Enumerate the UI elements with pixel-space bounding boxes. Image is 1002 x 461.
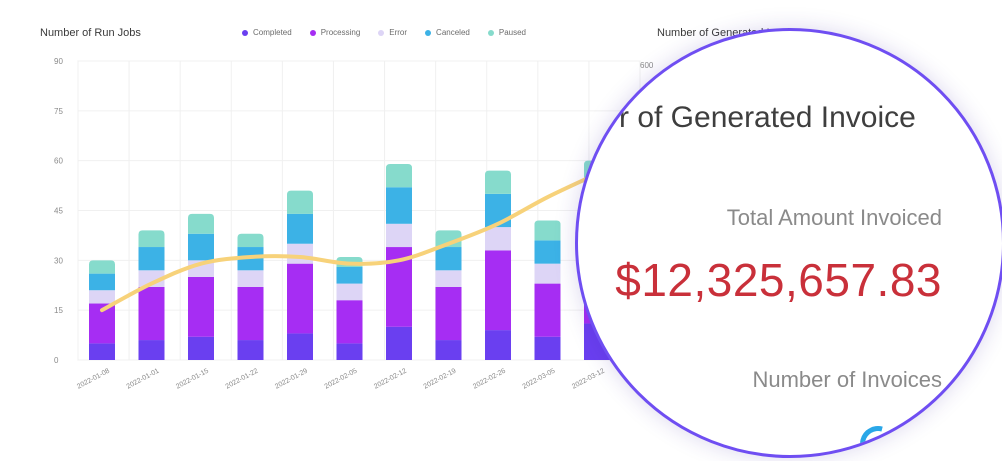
bar-segment-processing[interactable] xyxy=(435,286,462,341)
y-tick-label: 45 xyxy=(54,207,63,216)
bar-segment-paused[interactable] xyxy=(89,260,115,274)
x-tick-label: 2022-02-26 xyxy=(472,368,507,391)
bar-segment-processing[interactable] xyxy=(485,250,511,331)
bar-segment-error[interactable] xyxy=(336,283,363,301)
y-tick-label: 90 xyxy=(54,57,63,66)
bar-stack-2022-01-29 xyxy=(287,190,313,360)
legend-label-processing: Processing xyxy=(320,28,361,37)
bar-segment-error[interactable] xyxy=(237,270,264,287)
bar-stack-2022-01-15 xyxy=(188,213,214,360)
bar-segment-canceled[interactable] xyxy=(386,187,412,224)
bar-segment-error[interactable] xyxy=(534,263,561,284)
legend-item-canceled[interactable]: Canceled xyxy=(425,28,470,37)
bar-segment-processing[interactable] xyxy=(138,286,165,341)
bar-segment-completed[interactable] xyxy=(336,343,363,360)
chart-legend: Completed Processing Error Canceled Paus… xyxy=(242,28,526,37)
bar-stack-2022-01-22 xyxy=(237,233,264,360)
magnified-chart-title: r of Generated Invoice xyxy=(619,101,916,134)
bar-segment-canceled[interactable] xyxy=(534,240,561,264)
x-tick-label: 2022-01-01 xyxy=(126,368,161,391)
x-tick-label: 2022-01-29 xyxy=(274,368,309,391)
total-amount-label: Total Amount Invoiced xyxy=(726,205,942,230)
x-tick-label: 2022-02-19 xyxy=(423,368,458,391)
bar-segment-canceled[interactable] xyxy=(138,247,165,271)
y-tick-label: 60 xyxy=(54,157,63,166)
y-tick-label: 0 xyxy=(54,356,59,365)
bar-segment-canceled[interactable] xyxy=(435,247,462,271)
bar-segment-canceled[interactable] xyxy=(89,273,115,291)
y-tick-label: 75 xyxy=(54,107,63,116)
bar-stack-2022-02-05 xyxy=(336,257,363,360)
bar-stack-2022-01-01 xyxy=(138,230,165,360)
x-tick-label: 2022-01-08 xyxy=(76,368,111,391)
x-tick-label: 2022-02-12 xyxy=(373,368,408,391)
chart-title: Number of Run Jobs xyxy=(40,27,141,39)
y-tick-label: 15 xyxy=(54,306,63,315)
x-tick-label: 2022-02-05 xyxy=(324,368,359,391)
bar-segment-paused[interactable] xyxy=(188,213,214,234)
x-axis-ticks: 2022-01-08 2022-01-01 2022-01-15 2022-01-22… xyxy=(76,368,606,391)
x-tick-label: 2022-03-05 xyxy=(522,368,557,391)
x-tick-label: 2022-01-15 xyxy=(175,368,210,391)
y-axis-ticks: 0 15 30 45 60 75 90 xyxy=(54,57,63,365)
bar-segment-paused[interactable] xyxy=(485,170,511,194)
bar-segment-completed[interactable] xyxy=(485,330,511,360)
legend-label-paused: Paused xyxy=(498,28,526,37)
legend-item-error[interactable]: Error xyxy=(378,28,407,37)
bar-stack-2022-03-05 xyxy=(534,220,561,360)
y-tick-label: 30 xyxy=(54,256,63,265)
magnifier-lens: r of Generated Invoice Total Amount Invo… xyxy=(575,28,1002,458)
legend-label-canceled: Canceled xyxy=(436,28,470,37)
legend-dot-paused xyxy=(487,29,494,36)
legend-dot-error xyxy=(378,29,385,36)
bar-segment-paused[interactable] xyxy=(287,190,313,214)
bar-segment-processing[interactable] xyxy=(287,263,313,334)
legend-dot-canceled xyxy=(425,29,432,36)
bar-segment-paused[interactable] xyxy=(138,230,165,248)
bar-segment-processing[interactable] xyxy=(188,276,214,337)
legend-item-processing[interactable]: Processing xyxy=(309,28,361,37)
legend-dot-processing xyxy=(309,29,316,36)
bar-segment-completed[interactable] xyxy=(138,340,165,360)
x-tick-label: 2022-03-12 xyxy=(571,368,606,391)
bar-segment-processing[interactable] xyxy=(237,286,264,341)
bar-segment-completed[interactable] xyxy=(534,336,561,360)
x-tick-label: 2022-01-22 xyxy=(225,368,260,391)
bar-segment-completed[interactable] xyxy=(237,340,264,360)
bar-stack-2022-02-26 xyxy=(485,170,511,360)
legend-item-paused[interactable]: Paused xyxy=(487,28,526,37)
legend-label-error: Error xyxy=(389,28,408,37)
invoice-chart-y-tick: 600 xyxy=(640,61,654,70)
bar-segment-processing[interactable] xyxy=(534,283,561,337)
bar-segment-error[interactable] xyxy=(89,290,115,304)
bar-segment-completed[interactable] xyxy=(435,340,462,360)
bar-stack-2022-02-19 xyxy=(435,230,462,360)
bar-segment-completed[interactable] xyxy=(89,343,115,360)
bar-segment-error[interactable] xyxy=(386,223,412,248)
bar-segment-completed[interactable] xyxy=(287,333,313,360)
total-amount-value: $12,325,657.83 xyxy=(615,254,942,306)
bar-segment-completed[interactable] xyxy=(386,326,412,360)
bar-segment-canceled[interactable] xyxy=(336,266,363,284)
bar-segment-error[interactable] xyxy=(435,270,462,287)
legend-dot-completed xyxy=(242,29,248,36)
legend-item-completed[interactable]: Completed xyxy=(242,28,292,37)
bar-segment-canceled[interactable] xyxy=(188,233,214,261)
legend-label-completed: Completed xyxy=(253,28,292,37)
bar-segment-processing[interactable] xyxy=(336,300,363,344)
invoice-count-label: Number of Invoices xyxy=(752,367,942,392)
bar-segment-completed[interactable] xyxy=(188,336,214,360)
bar-segment-error[interactable] xyxy=(485,227,511,251)
bar-segment-paused[interactable] xyxy=(237,233,264,248)
bar-segment-error[interactable] xyxy=(287,243,313,264)
bar-segment-canceled[interactable] xyxy=(287,213,313,244)
bar-segment-paused[interactable] xyxy=(534,220,561,241)
bar-segment-paused[interactable] xyxy=(386,163,412,188)
